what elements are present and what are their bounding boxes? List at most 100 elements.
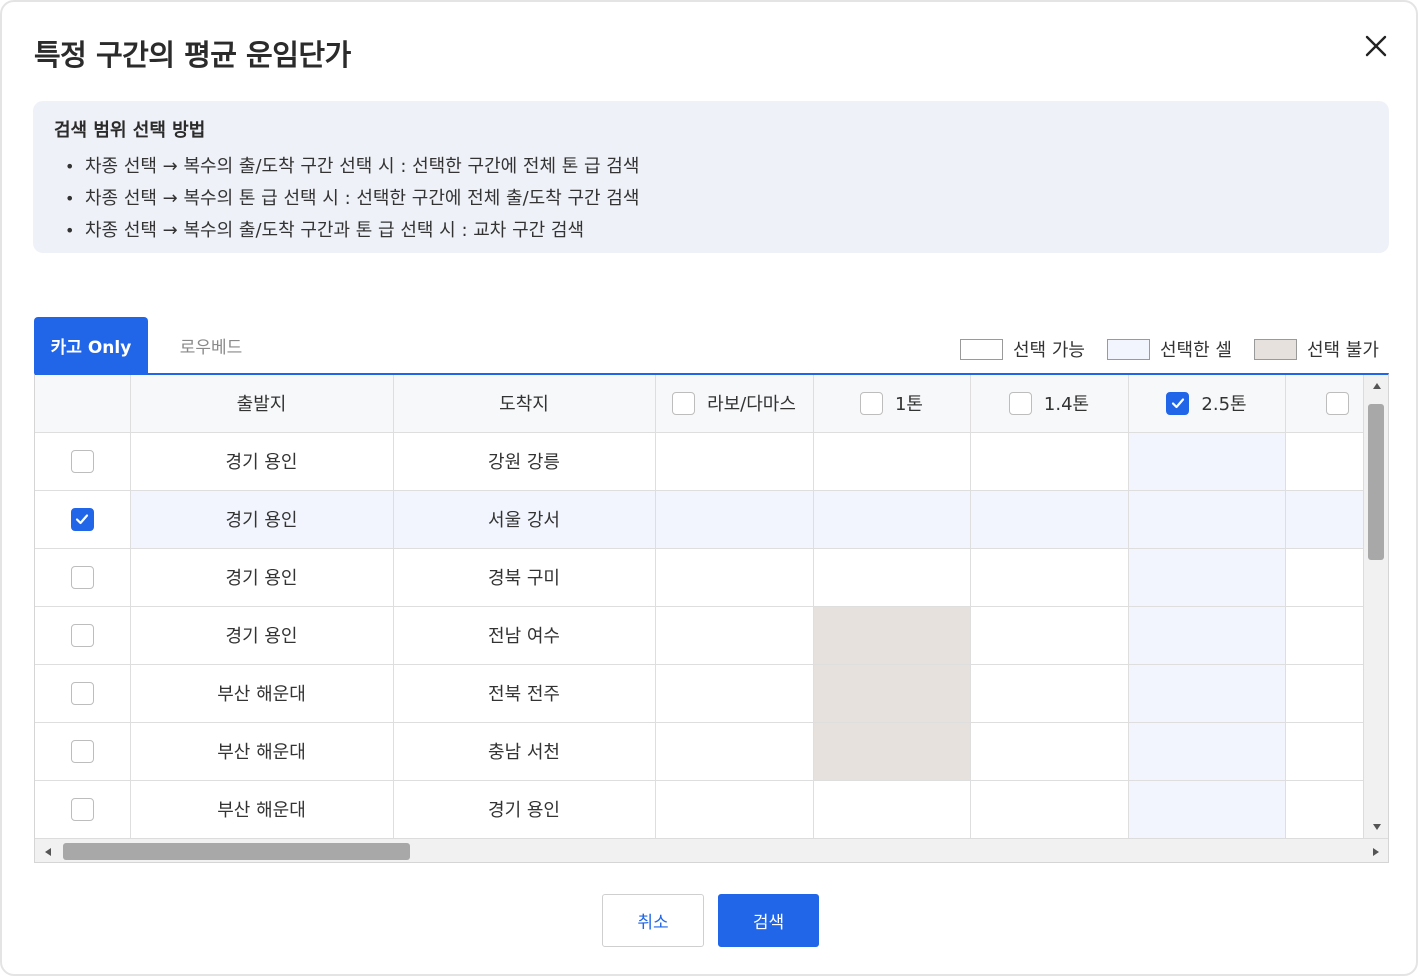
tonnage-cell[interactable]: [969, 663, 1129, 723]
tonnage-cell[interactable]: [654, 663, 814, 723]
tonnage-cell[interactable]: [654, 431, 814, 491]
horizontal-scrollbar[interactable]: [35, 838, 1388, 862]
scroll-right-button[interactable]: [1363, 839, 1388, 862]
cell-origin: 경기 용인: [129, 605, 394, 665]
vertical-scrollbar[interactable]: [1363, 375, 1388, 838]
table-row: 부산 해운대 경기 용인: [35, 779, 1363, 838]
header-tonnage-labo-damas: 라보/다마스: [654, 375, 814, 433]
grid-header-row: 출발지 도착지 라보/다마스 1톤 1.4톤 2.5톤: [35, 375, 1363, 433]
column-label: 1톤: [894, 394, 923, 416]
route-table: 출발지 도착지 라보/다마스 1톤 1.4톤 2.5톤 경기 용인 강원 강릉 …: [35, 375, 1363, 838]
close-button[interactable]: [1356, 28, 1394, 66]
info-item: 차종 선택 → 복수의 출/도착 구간과 톤 급 선택 시 : 교차 구간 검색: [65, 215, 639, 247]
column-label: 1.4톤: [1043, 394, 1090, 416]
table-row-selected: 경기 용인 서울 강서: [35, 489, 1363, 549]
legend-swatch-disabled: [1253, 338, 1297, 360]
info-title: 검색 범위 선택 방법: [54, 120, 206, 141]
close-icon: [1365, 35, 1387, 57]
row-checkbox[interactable]: [70, 449, 94, 473]
row-checkbox[interactable]: [70, 739, 94, 763]
tonnage-cell-selected[interactable]: [654, 489, 814, 549]
tonnage-cell[interactable]: [812, 547, 971, 607]
header-tonnage-1t: 1톤: [812, 375, 971, 433]
legend-label: 선택한 셀: [1159, 340, 1232, 361]
tonnage-cell[interactable]: [654, 605, 814, 665]
cell-destination: 경기 용인: [392, 779, 656, 838]
tonnage-cell[interactable]: [1284, 547, 1363, 607]
tonnage-cell[interactable]: [1284, 663, 1363, 723]
legend-label: 선택 가능: [1013, 340, 1085, 361]
column-checkbox[interactable]: [1325, 391, 1349, 415]
row-checkbox[interactable]: [70, 681, 94, 705]
column-label: 라보/다마스: [707, 394, 796, 416]
vertical-scroll-thumb[interactable]: [1368, 404, 1384, 560]
scroll-left-button[interactable]: [35, 839, 60, 862]
tonnage-cell[interactable]: [1284, 605, 1363, 665]
check-icon: [76, 514, 89, 525]
header-tonnage-2-5t: 2.5톤: [1127, 375, 1286, 433]
table-row: 부산 해운대 충남 서천: [35, 721, 1363, 781]
cell-origin: 부산 해운대: [129, 779, 394, 838]
tonnage-cell-selected[interactable]: [1127, 663, 1286, 723]
tonnage-cell[interactable]: [969, 605, 1129, 665]
tonnage-cell-disabled: [812, 605, 971, 665]
column-checkbox[interactable]: [859, 391, 883, 415]
column-checkbox[interactable]: [672, 391, 696, 415]
dialog-title: 특정 구간의 평균 운임단가: [34, 38, 351, 72]
tonnage-cell-selected[interactable]: [1127, 431, 1286, 491]
legend: 선택 가능 선택한 셀 선택 불가: [960, 336, 1379, 362]
header-destination: 도착지: [392, 375, 656, 433]
tonnage-cell-selected[interactable]: [1284, 489, 1363, 549]
tonnage-cell[interactable]: [1284, 779, 1363, 838]
cancel-button[interactable]: 취소: [602, 894, 704, 947]
tonnage-cell[interactable]: [969, 721, 1129, 781]
column-label: 2.5톤: [1201, 394, 1247, 416]
dialog: 특정 구간의 평균 운임단가 검색 범위 선택 방법 차종 선택 → 복수의 출…: [0, 0, 1418, 976]
cell-origin: 경기 용인: [129, 547, 394, 607]
tonnage-cell[interactable]: [654, 779, 814, 838]
tonnage-cell-selected[interactable]: [1127, 605, 1286, 665]
row-checkbox[interactable]: [70, 565, 94, 589]
search-button[interactable]: 검색: [718, 894, 819, 947]
scroll-down-button[interactable]: [1364, 816, 1388, 838]
legend-swatch-selected: [1106, 338, 1150, 360]
legend-label: 선택 불가: [1306, 340, 1379, 361]
route-grid: 출발지 도착지 라보/다마스 1톤 1.4톤 2.5톤 경기 용인 강원 강릉 …: [34, 373, 1389, 863]
tonnage-cell[interactable]: [654, 547, 814, 607]
header-origin: 출발지: [129, 375, 394, 433]
tonnage-cell[interactable]: [969, 431, 1129, 491]
triangle-up-icon: [1372, 383, 1381, 389]
tonnage-cell-selected[interactable]: [969, 489, 1129, 549]
tonnage-cell-selected[interactable]: [1127, 547, 1286, 607]
horizontal-scroll-thumb[interactable]: [63, 843, 410, 860]
row-checkbox[interactable]: [70, 623, 94, 647]
tab-cargo-only[interactable]: 카고 Only: [34, 317, 148, 374]
tonnage-cell-selected[interactable]: [812, 489, 971, 549]
tonnage-cell[interactable]: [1284, 721, 1363, 781]
tonnage-cell-selected[interactable]: [1127, 779, 1286, 838]
tonnage-cell[interactable]: [654, 721, 814, 781]
tonnage-cell-selected[interactable]: [1127, 489, 1286, 549]
legend-item-disabled: 선택 불가: [1253, 336, 1379, 362]
row-checkbox[interactable]: [70, 797, 94, 821]
cell-destination: 경북 구미: [392, 547, 656, 607]
header-tonnage-1-4t: 1.4톤: [969, 375, 1129, 433]
info-item: 차종 선택 → 복수의 톤 급 선택 시 : 선택한 구간에 전체 출/도착 구…: [65, 183, 639, 215]
tonnage-cell-disabled: [812, 663, 971, 723]
column-checkbox[interactable]: [1166, 391, 1190, 415]
cell-origin: 부산 해운대: [129, 721, 394, 781]
info-list: 차종 선택 → 복수의 출/도착 구간 선택 시 : 선택한 구간에 전체 톤 …: [65, 151, 639, 247]
tonnage-cell[interactable]: [1284, 431, 1363, 491]
tab-lowbed[interactable]: 로우베드: [148, 317, 274, 374]
grid-viewport: 출발지 도착지 라보/다마스 1톤 1.4톤 2.5톤 경기 용인 강원 강릉 …: [35, 375, 1363, 838]
scroll-up-button[interactable]: [1364, 375, 1388, 397]
tonnage-cell[interactable]: [812, 779, 971, 838]
triangle-left-icon: [44, 847, 51, 856]
check-icon: [1171, 398, 1185, 409]
tonnage-cell[interactable]: [812, 431, 971, 491]
row-checkbox[interactable]: [70, 507, 94, 531]
tonnage-cell-selected[interactable]: [1127, 721, 1286, 781]
tonnage-cell[interactable]: [969, 547, 1129, 607]
tonnage-cell[interactable]: [969, 779, 1129, 838]
column-checkbox[interactable]: [1008, 391, 1032, 415]
